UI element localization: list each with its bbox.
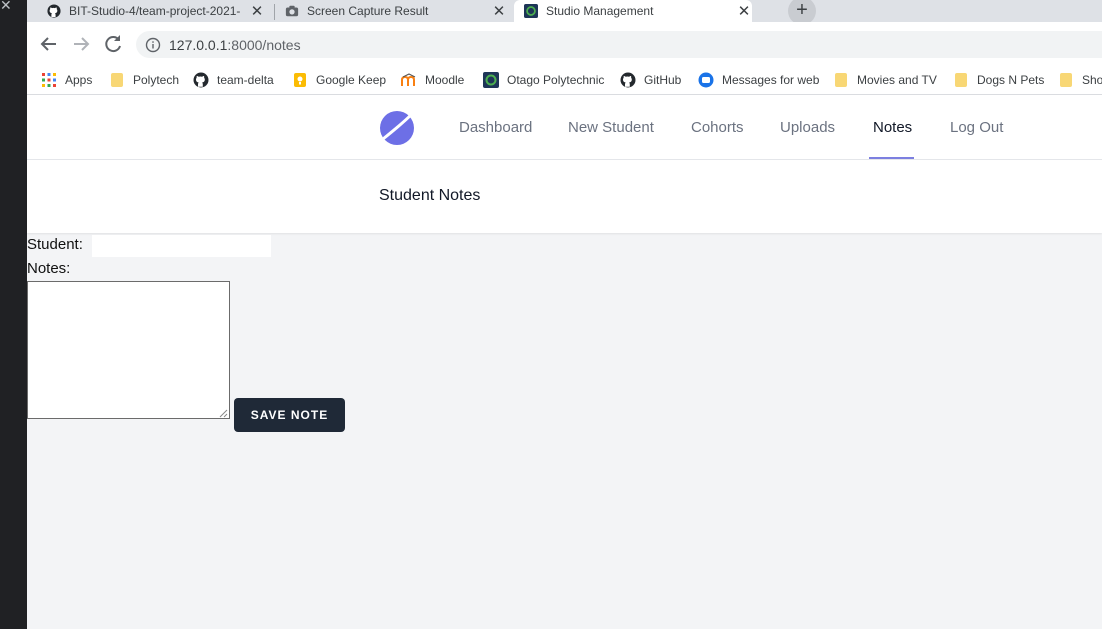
nav-cohorts[interactable]: Cohorts	[691, 119, 744, 136]
reload-icon[interactable]	[101, 32, 125, 56]
bookmark-label: Apps	[65, 73, 93, 87]
otago-icon	[483, 72, 499, 88]
github-icon	[193, 72, 209, 88]
messages-icon	[698, 72, 714, 88]
logo-icon[interactable]	[379, 109, 415, 147]
bookmark-otago-polytechnic[interactable]: Otago Polytechnic	[483, 70, 604, 90]
folder-icon	[1060, 73, 1072, 87]
bookmarks-bar: Apps Polytech team-delta Google Keep Moo…	[27, 65, 1102, 95]
close-icon[interactable]: ✕	[491, 2, 507, 20]
page-title: Student Notes	[379, 187, 481, 204]
bookmark-apps[interactable]: Apps	[41, 70, 92, 90]
tab-studio-management[interactable]: Studio Management ✕	[514, 0, 752, 22]
bookmark-label: team-delta	[217, 73, 274, 87]
bookmark-movies-tv[interactable]: Movies and TV	[833, 70, 937, 90]
tab-divider	[274, 4, 275, 20]
browser-toolbar: 127.0.0.1:8000/notes	[27, 22, 1102, 65]
bookmark-label: Dogs N Pets	[977, 73, 1045, 87]
page-header: Student Notes	[27, 160, 1102, 233]
bookmark-polytech[interactable]: Polytech	[109, 70, 179, 90]
active-nav-indicator	[869, 157, 914, 159]
bookmark-label: GitHub	[644, 73, 682, 87]
browser-tab-strip: BIT-Studio-4/team-project-2021- ✕ Screen…	[27, 0, 1102, 25]
bookmark-label: Otago Polytechnic	[507, 73, 605, 87]
folder-icon	[955, 73, 967, 87]
back-arrow-icon[interactable]	[37, 32, 61, 56]
nav-dashboard[interactable]: Dashboard	[459, 119, 532, 136]
nav-notes[interactable]: Notes	[873, 119, 912, 136]
bookmark-label: Messages for web	[722, 73, 820, 87]
top-navigation: Dashboard New Student Cohorts Uploads No…	[27, 95, 1102, 160]
web-page: Dashboard New Student Cohorts Uploads No…	[27, 95, 1102, 629]
folder-icon	[111, 73, 123, 87]
tab-github[interactable]: BIT-Studio-4/team-project-2021- ✕	[41, 0, 265, 22]
notes-textarea[interactable]	[27, 281, 230, 419]
bookmark-github[interactable]: GitHub	[620, 70, 681, 90]
tab-screen-capture[interactable]: Screen Capture Result ✕	[279, 0, 507, 22]
notes-label: Notes:	[27, 260, 71, 277]
url-text[interactable]: 127.0.0.1:8000/notes	[169, 37, 301, 53]
nav-uploads[interactable]: Uploads	[780, 119, 835, 136]
save-note-button[interactable]: Save Note	[234, 398, 345, 432]
bookmark-dogs-n-pets[interactable]: Dogs N Pets	[953, 70, 1044, 90]
nav-log-out[interactable]: Log Out	[950, 119, 1003, 136]
moodle-icon	[401, 73, 416, 86]
nav-new-student[interactable]: New Student	[568, 119, 654, 136]
tab-title: Studio Management	[546, 4, 654, 18]
github-icon	[47, 4, 61, 18]
bookmark-messages[interactable]: Messages for web	[698, 70, 819, 90]
forward-arrow-icon[interactable]	[69, 32, 93, 56]
tab-title: BIT-Studio-4/team-project-2021-	[69, 4, 241, 18]
studio-favicon	[524, 4, 538, 18]
keep-icon	[294, 73, 306, 87]
close-icon[interactable]: ✕	[249, 2, 265, 20]
bookmark-sho[interactable]: Sho	[1058, 70, 1102, 90]
address-bar[interactable]: 127.0.0.1:8000/notes	[136, 31, 1102, 58]
url-host: 127.0.0.1	[169, 36, 228, 53]
student-label: Student:	[27, 236, 83, 253]
url-path: :8000/notes	[227, 36, 301, 53]
apps-grid-icon	[42, 73, 56, 87]
bookmark-label: Sho	[1082, 73, 1102, 87]
bookmark-label: Polytech	[133, 73, 180, 87]
folder-icon	[835, 73, 847, 87]
desktop-edge: ✕	[0, 0, 27, 629]
info-icon[interactable]	[145, 37, 161, 53]
camera-icon	[285, 5, 299, 17]
bookmark-moodle[interactable]: Moodle	[401, 70, 464, 90]
bookmark-team-delta[interactable]: team-delta	[193, 70, 274, 90]
close-icon[interactable]: ✕	[736, 2, 752, 20]
resize-handle-icon[interactable]	[219, 409, 228, 418]
close-icon[interactable]: ✕	[0, 0, 12, 14]
tab-title: Screen Capture Result	[307, 4, 429, 18]
bookmark-label: Movies and TV	[857, 73, 937, 87]
bookmark-label: Moodle	[425, 73, 465, 87]
student-input[interactable]	[92, 235, 271, 257]
bookmark-google-keep[interactable]: Google Keep	[292, 70, 386, 90]
bookmark-label: Google Keep	[316, 73, 387, 87]
github-icon	[620, 72, 636, 88]
